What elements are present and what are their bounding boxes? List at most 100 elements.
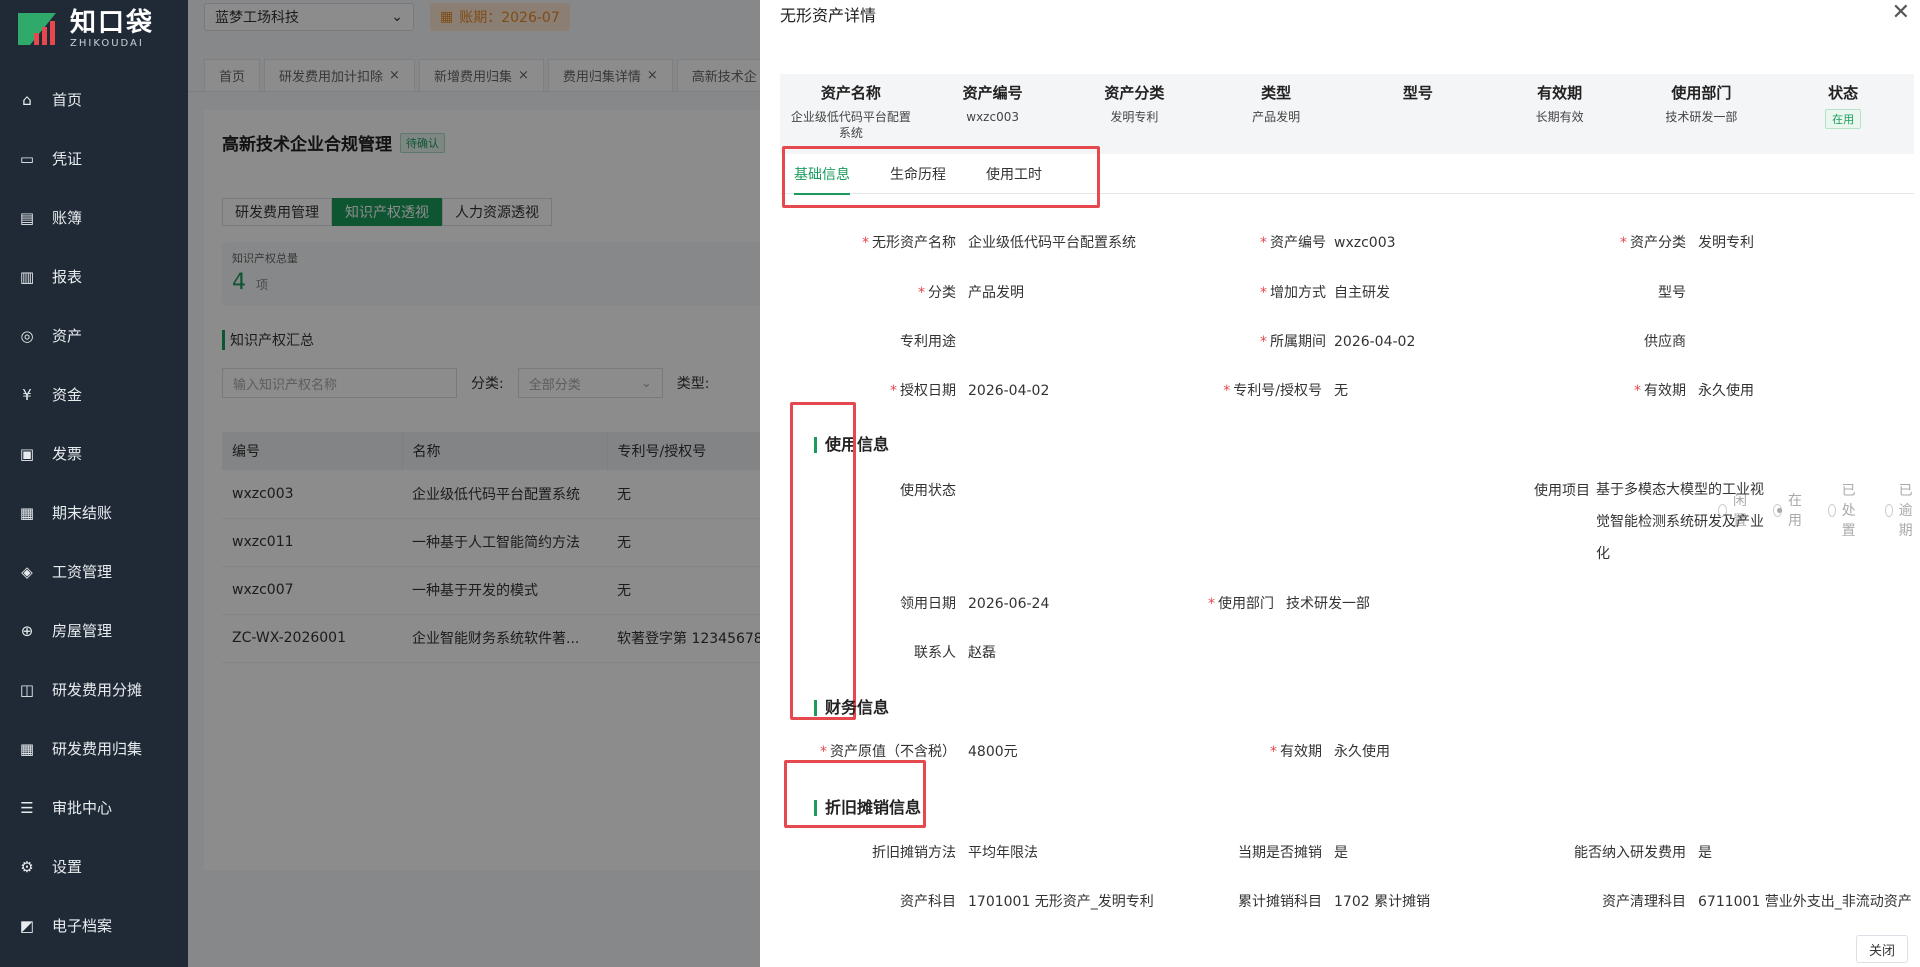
approval-icon: ☰ — [20, 798, 34, 817]
sidebar-item-label: 账簿 — [52, 209, 83, 227]
field-asset-category: * 资产分类 发明专利 — [1620, 235, 1754, 251]
rd-share-icon: ◫ — [19, 680, 35, 699]
field-grant-date: * 授权日期 2026-04-02 — [890, 383, 1050, 399]
sidebar-item-9[interactable]: ⊕ 房屋管理 — [0, 601, 188, 660]
sidebar-item-13[interactable]: ⚙ 设置 — [0, 837, 188, 896]
sidebar-item-10[interactable]: ◫ 研发费用分摊 — [0, 660, 188, 719]
radio-disposed[interactable]: 已处置 — [1828, 480, 1863, 540]
sidebar-item-label: 设置 — [52, 858, 83, 876]
house-icon: ⊕ — [20, 621, 34, 640]
summary-value: wxzc003 — [966, 110, 1019, 124]
field-period: * 所属期间 2026-04-02 — [1260, 334, 1416, 350]
field-asset-subject: 资产科目 1701001 无形资产_发明专利 — [900, 894, 1154, 910]
status-badge: 在用 — [1825, 109, 1862, 129]
summary-value: 企业级低代码平台配置系统 — [790, 110, 911, 141]
summary-col: 型号 — [1347, 74, 1489, 154]
field-amort-current: 当期是否摊销 是 — [1238, 845, 1348, 861]
summary-header: 有效期 — [1537, 84, 1583, 102]
sidebar-item-14[interactable]: ◩ 电子档案 — [0, 896, 188, 955]
sidebar: 知口袋 ZHIKOUDAI ⌂ 首页 ▭ 凭证 ▤ 账簿 ▥ 报表 ◎ 资产 ¥ 资金 ▣ 发票 ▦ 期末结账… — [0, 0, 188, 967]
report-icon: ▥ — [19, 267, 35, 286]
summary-col: 资产分类 发明专利 — [1064, 74, 1206, 154]
sidebar-item-12[interactable]: ☰ 审批中心 — [0, 778, 188, 837]
highlight-box-tabs — [782, 146, 1100, 208]
field-clear-subject: 资产清理科目 6711001 营业外支出_非流动资产 — [1602, 894, 1912, 910]
calendar-icon: ▦ — [19, 503, 35, 522]
yen-icon: ¥ — [22, 385, 32, 404]
app-root: 知口袋 ZHIKOUDAI ⌂ 首页 ▭ 凭证 ▤ 账簿 ▥ 报表 ◎ 资产 ¥ 资金 ▣ 发票 ▦ 期末结账… — [0, 0, 1920, 967]
close-icon[interactable]: ✕ — [1892, 0, 1910, 25]
sidebar-item-label: 房屋管理 — [52, 622, 113, 640]
field-finance-validity: * 有效期 永久使用 — [1270, 744, 1390, 760]
sidebar-item-label: 电子档案 — [52, 917, 113, 935]
highlight-box-amortization — [784, 760, 926, 828]
section-finance-info: 财务信息 — [814, 700, 889, 716]
radio-expired[interactable]: 已逾期 — [1885, 480, 1920, 540]
field-model: 型号 — [1658, 285, 1686, 301]
sidebar-item-label: 资金 — [52, 386, 83, 404]
asset-summary: 资产名称 企业级低代码平台配置系统 资产编号 wxzc003 资产分类 发明专利 类型 产品发… — [780, 74, 1914, 154]
summary-header: 类型 — [1261, 84, 1292, 102]
summary-header: 资产分类 — [1104, 84, 1165, 102]
book-icon: ▤ — [19, 208, 35, 227]
highlight-box-usage — [790, 402, 856, 720]
sidebar-item-6[interactable]: ▣ 发票 — [0, 424, 188, 483]
invoice-icon: ▣ — [19, 444, 35, 463]
field-add-method: * 增加方式 自主研发 — [1260, 285, 1390, 301]
archive-icon: ◩ — [19, 916, 35, 935]
summary-col: 资产名称企业级低代码平台配置系统 — [780, 74, 922, 154]
radio-in-use[interactable]: 在用 — [1773, 480, 1806, 540]
field-supplier: 供应商 — [1644, 334, 1686, 350]
field-amort-rd: 能否纳入研发费用 是 — [1574, 845, 1712, 861]
summary-value: 发明专利 — [1110, 110, 1159, 124]
sidebar-item-3[interactable]: ▥ 报表 — [0, 247, 188, 306]
summary-header: 型号 — [1402, 84, 1433, 102]
sidebar-item-4[interactable]: ◎ 资产 — [0, 306, 188, 365]
sidebar-item-label: 报表 — [52, 268, 83, 286]
summary-col: 使用部门技术研发一部 — [1631, 74, 1773, 154]
field-acc-amort-subject: 累计摊销科目 1702 累计摊销 — [1238, 894, 1431, 910]
sidebar-item-label: 首页 — [52, 91, 83, 109]
drawer-title: 无形资产详情 — [780, 6, 877, 25]
logo-mark-icon — [18, 13, 56, 45]
sidebar-item-label: 研发费用分摊 — [52, 681, 143, 699]
salary-icon: ◈ — [21, 562, 33, 581]
field-usage-project: 使用项目 — [1534, 483, 1590, 499]
voucher-icon: ▭ — [19, 149, 35, 168]
sidebar-item-label: 工资管理 — [52, 563, 113, 581]
summary-value: 长期有效 — [1535, 110, 1584, 124]
logo-text: 知口袋 — [70, 8, 155, 39]
summary-col: 状态 在用 — [1772, 74, 1914, 154]
field-validity: * 有效期 永久使用 — [1634, 383, 1754, 399]
sidebar-item-label: 审批中心 — [52, 799, 113, 817]
logo: 知口袋 ZHIKOUDAI — [0, 0, 188, 58]
summary-header: 使用部门 — [1671, 84, 1732, 102]
usage-project-value: 基于多模态大模型的工业视觉智能检测系统研发及产业化 — [1596, 482, 1764, 562]
sidebar-item-2[interactable]: ▤ 账簿 — [0, 188, 188, 247]
logo-subtext: ZHIKOUDAI — [70, 37, 144, 49]
asset-detail-drawer: 无形资产详情 ✕ 资产名称企业级低代码平台配置系统 资产编号 wxzc003 资产分类… — [760, 0, 1920, 967]
field-use-dept: * 使用部门 技术研发一部 — [1208, 596, 1370, 612]
summary-col: 资产编号 wxzc003 — [922, 74, 1064, 154]
sidebar-item-11[interactable]: ▦ 研发费用归集 — [0, 719, 188, 778]
close-button[interactable]: 关闭 — [1856, 935, 1908, 963]
gear-icon: ⚙ — [20, 857, 34, 876]
sidebar-nav: ⌂ 首页 ▭ 凭证 ▤ 账簿 ▥ 报表 ◎ 资产 ¥ 资金 ▣ 发票 ▦ 期末结账 ◈ 工资管理 ⊕ 房屋管理 ◫ 研发费… — [0, 70, 188, 955]
summary-header: 资产名称 — [820, 84, 881, 102]
asset-icon: ◎ — [20, 326, 34, 345]
sidebar-item-1[interactable]: ▭ 凭证 — [0, 129, 188, 188]
sidebar-item-label: 期末结账 — [52, 504, 113, 522]
field-asset-code: * 资产编号 wxzc003 — [1260, 235, 1396, 251]
sidebar-item-label: 凭证 — [52, 150, 83, 168]
summary-header: 资产编号 — [962, 84, 1023, 102]
sidebar-item-0[interactable]: ⌂ 首页 — [0, 70, 188, 129]
summary-value: 技术研发一部 — [1665, 110, 1738, 124]
summary-header: 状态 — [1828, 84, 1859, 102]
sidebar-item-7[interactable]: ▦ 期末结账 — [0, 483, 188, 542]
field-amort-method: 折旧摊销方法 平均年限法 — [872, 845, 1038, 861]
field-original-value: * 资产原值（不含税） 4800元 — [820, 744, 1018, 760]
summary-col: 类型 产品发明 — [1205, 74, 1347, 154]
sidebar-item-8[interactable]: ◈ 工资管理 — [0, 542, 188, 601]
sidebar-item-5[interactable]: ¥ 资金 — [0, 365, 188, 424]
field-class: * 分类 产品发明 — [918, 285, 1024, 301]
